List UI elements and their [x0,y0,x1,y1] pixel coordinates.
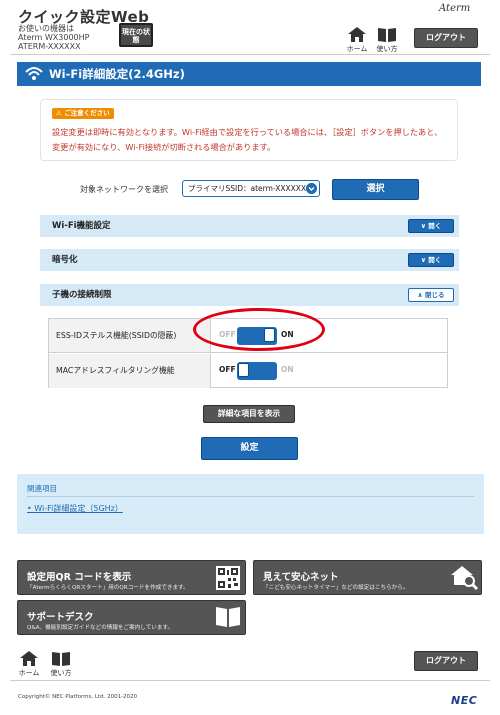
card-description: Q&A、機能別設定ガイドなどの情報をご案内しています。 [27,625,174,631]
show-details-button[interactable]: 詳細な項目を表示 [203,405,295,423]
book-icon [378,28,396,42]
home-icon [348,27,366,42]
footer-divider [10,680,490,681]
chevron-down-icon: ∨ [420,222,426,230]
chevron-down-icon: ∨ [420,256,426,264]
aterm-logo: Aterm [439,3,471,14]
setting-label: MACアドレスフィルタリング機能 [49,354,211,388]
related-divider [27,496,474,497]
nec-logo: NEC [451,694,478,707]
help-link[interactable]: 使い方 [372,27,402,54]
logout-button[interactable]: ログアウト [414,28,478,48]
mac-filter-toggle[interactable] [237,362,277,380]
network-select-value: プライマリSSID：aterm-XXXXXX-g [188,184,314,193]
notice-box: ⚠ ご注意ください 設定変更は即時に有効となります。Wi-Fi経由で設定を行って… [40,99,458,161]
highlight-circle [193,308,325,351]
section-wifi-function[interactable]: Wi-Fi機能設定 ∨ 開く [40,215,459,237]
qr-code-icon [216,566,240,590]
card-description: 「AtermらくらくQRスタート」用のQRコードを作成できます。 [27,585,189,591]
current-status-button[interactable]: 現在の状態 [119,23,153,47]
section-title: 子機の接続制限 [52,290,112,300]
help-label: 使い方 [50,669,72,677]
book-icon [52,652,70,666]
related-items-panel: 関連項目 • Wi-Fi詳細設定（5GHz） [17,474,484,534]
notice-text: 設定変更は即時に有効となります。Wi-Fi経由で設定を行っている場合には、［設定… [52,127,443,152]
page-title-bar: Wi-Fi詳細設定(2.4GHz) [17,62,481,86]
home-link[interactable]: ホーム [342,27,372,54]
footer-help-link[interactable]: 使い方 [46,651,76,678]
wifi-icon [25,67,43,80]
setting-row-mac-filter: MACアドレスフィルタリング機能 OFF ON [49,354,447,388]
chevron-up-icon: ∧ [417,291,423,299]
help-label: 使い方 [376,45,398,53]
section-title: Wi-Fi機能設定 [52,221,111,231]
caution-icon: ⚠ [56,109,62,117]
device-id: ATERM-XXXXXX [18,42,81,51]
card-title: サポートデスク [27,612,94,623]
section-title: 暗号化 [52,255,78,265]
save-button[interactable]: 設定 [201,437,298,460]
section-button-label: 開く [428,256,442,264]
card-title: 見えて安心ネット [263,572,339,583]
section-close-button[interactable]: ∧ 閉じる [408,288,454,302]
home-label: ホーム [18,669,40,677]
header-divider [10,54,490,55]
related-title: 関連項目 [27,484,57,493]
section-client-restriction[interactable]: 子機の接続制限 ∧ 閉じる [40,284,459,306]
toggle-on-label: ON [281,365,294,374]
caution-badge-label: ご注意ください [64,109,110,117]
network-select-button[interactable]: 選択 [332,179,419,200]
device-label: お使いの機器は [18,24,74,33]
section-open-button[interactable]: ∨ 開く [408,219,454,233]
book-icon [216,607,240,627]
toggle-knob [238,363,249,377]
support-desk-card[interactable]: サポートデスク Q&A、機能別設定ガイドなどの情報をご案内しています。 [17,600,246,635]
setting-label: ESS-IDステルス機能(SSIDの隠蔽) [49,319,211,352]
footer-logout-button[interactable]: ログアウト [414,651,478,671]
chevron-down-icon [306,183,317,194]
network-select-label: 対象ネットワークを選択 [80,185,168,194]
card-title: 設定用QR コードを表示 [27,572,132,583]
page-title: Wi-Fi詳細設定(2.4GHz) [49,67,185,81]
section-button-label: 開く [428,222,442,230]
qr-code-card[interactable]: 設定用QR コードを表示 「AtermらくらくQRスタート」用のQRコードを作成… [17,560,246,595]
home-label: ホーム [346,45,368,53]
related-link-label: Wi-Fi詳細設定（5GHz） [34,504,123,513]
related-link-5ghz[interactable]: • Wi-Fi詳細設定（5GHz） [27,503,123,514]
home-search-icon [451,566,479,591]
footer-home-link[interactable]: ホーム [14,651,44,678]
copyright-text: Copyright© NEC Platforms, Ltd. 2001-2020 [18,694,138,700]
home-icon [20,651,38,666]
device-info: お使いの機器は Aterm WX3000HP ATERM-XXXXXX [18,24,89,51]
device-model: Aterm WX3000HP [18,33,90,42]
section-button-label: 閉じる [425,291,445,299]
section-open-button[interactable]: ∨ 開く [408,253,454,267]
network-select[interactable]: プライマリSSID：aterm-XXXXXX-g [182,180,320,197]
section-encryption[interactable]: 暗号化 ∨ 開く [40,249,459,271]
card-description: 「こども安心ネットタイマー」などの設定はこちらから。 [263,585,409,591]
caution-badge: ⚠ ご注意ください [52,108,114,119]
safe-net-card[interactable]: 見えて安心ネット 「こども安心ネットタイマー」などの設定はこちらから。 [253,560,482,595]
toggle-off-label: OFF [219,365,236,374]
